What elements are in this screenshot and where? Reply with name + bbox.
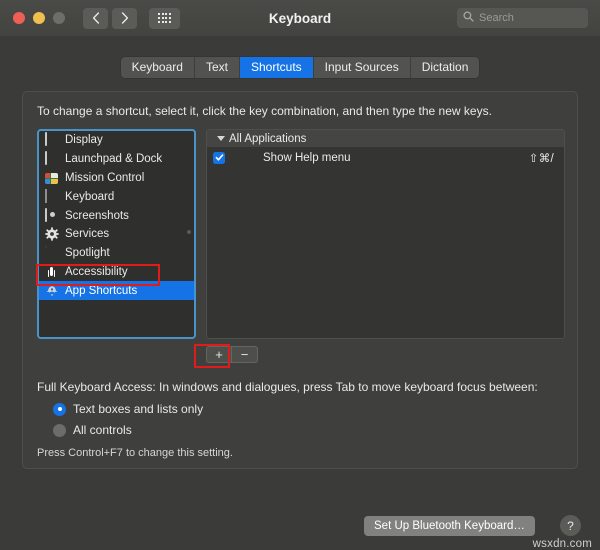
category-item-mission-control[interactable]: Mission Control: [39, 169, 194, 188]
display-icon: [45, 132, 59, 147]
full-keyboard-access-hint: Press Control+F7 to change this setting.: [37, 447, 233, 459]
radio-button-selected[interactable]: [53, 402, 66, 416]
remove-shortcut-button[interactable]: −: [232, 346, 258, 363]
shortcuts-panel: To change a shortcut, select it, click t…: [22, 91, 578, 469]
accessibility-icon: [45, 265, 59, 279]
shortcut-group-header[interactable]: All Applications: [207, 130, 564, 147]
back-button[interactable]: [83, 7, 108, 29]
traffic-light-group: [13, 12, 65, 24]
shortcut-name: Show Help menu: [263, 151, 351, 164]
show-all-preferences-button[interactable]: [149, 7, 180, 29]
tab-text[interactable]: Text: [195, 57, 240, 78]
radio-button-unselected[interactable]: [53, 423, 66, 437]
full-keyboard-access-label: Full Keyboard Access: In windows and dia…: [37, 380, 538, 394]
radio-text-boxes-and-lists-only[interactable]: Text boxes and lists only: [53, 402, 203, 416]
navigation-buttons: [83, 7, 137, 29]
list-edit-buttons: + −: [206, 346, 258, 363]
category-item-app-shortcuts[interactable]: App Shortcuts: [39, 281, 194, 301]
mission-control-icon: [45, 171, 59, 185]
zoom-window-button: [53, 12, 65, 24]
shortcut-list[interactable]: All Applications Show Help menu ⇧⌘/: [206, 129, 565, 339]
category-item-accessibility[interactable]: Accessibility: [39, 263, 194, 282]
search-placeholder: Search: [479, 12, 514, 24]
category-label: Keyboard: [65, 190, 115, 203]
tab-keyboard[interactable]: Keyboard: [121, 57, 195, 78]
minimize-window-button[interactable]: [33, 12, 45, 24]
spotlight-document-icon: [45, 246, 59, 260]
tab-bar: Keyboard Text Shortcuts Input Sources Di…: [0, 57, 600, 78]
search-field[interactable]: Search: [457, 8, 588, 28]
show-all-grid-icon: [158, 13, 171, 23]
tab-dictation[interactable]: Dictation: [411, 57, 480, 78]
search-icon: [463, 9, 474, 27]
shortcut-group-label: All Applications: [229, 132, 307, 145]
shortcut-category-list[interactable]: Display Launchpad & Dock Mission Control…: [37, 129, 196, 339]
shortcut-row[interactable]: Show Help menu ⇧⌘/: [207, 147, 564, 168]
watermark: wsxdn.com: [532, 538, 592, 550]
app-shortcuts-icon: [45, 284, 59, 298]
category-item-display[interactable]: Display: [39, 131, 194, 150]
category-item-spotlight[interactable]: Spotlight: [39, 244, 194, 263]
category-label: Screenshots: [65, 209, 129, 222]
category-label: Launchpad & Dock: [65, 153, 163, 166]
set-up-bluetooth-keyboard-button[interactable]: Set Up Bluetooth Keyboard…: [364, 516, 535, 536]
shortcut-key-combination[interactable]: ⇧⌘/: [529, 151, 554, 165]
category-item-screenshots[interactable]: Screenshots: [39, 206, 194, 225]
add-shortcut-button[interactable]: +: [206, 346, 232, 363]
services-gear-icon: [45, 227, 59, 241]
category-label: Services: [65, 228, 110, 241]
category-label: Mission Control: [65, 171, 145, 184]
chevron-left-icon: [92, 12, 100, 24]
preferences-content: Keyboard Text Shortcuts Input Sources Di…: [0, 36, 600, 550]
instruction-text: To change a shortcut, select it, click t…: [37, 104, 492, 118]
category-item-keyboard[interactable]: Keyboard: [39, 187, 194, 206]
tab-shortcuts[interactable]: Shortcuts: [239, 57, 314, 78]
keyboard-icon: [45, 188, 59, 204]
tab-input-sources[interactable]: Input Sources: [314, 57, 411, 78]
chevron-right-icon: [121, 12, 129, 24]
window-titlebar: Keyboard Search: [0, 0, 600, 37]
shortcut-enabled-checkbox[interactable]: [213, 151, 225, 164]
category-label: Spotlight: [65, 247, 110, 260]
help-button[interactable]: ?: [560, 515, 581, 536]
close-window-button[interactable]: [13, 12, 25, 24]
screenshots-icon: [45, 207, 59, 223]
category-item-launchpad-dock[interactable]: Launchpad & Dock: [39, 150, 194, 169]
category-label: App Shortcuts: [65, 284, 138, 297]
launchpad-dock-icon: [45, 151, 59, 166]
category-item-services[interactable]: Services: [39, 225, 194, 244]
forward-button[interactable]: [112, 7, 137, 29]
disclosure-triangle-open-icon[interactable]: [217, 136, 225, 141]
radio-all-controls[interactable]: All controls: [53, 423, 132, 437]
radio-label: Text boxes and lists only: [73, 402, 204, 416]
radio-label: All controls: [73, 423, 132, 437]
category-label: Accessibility: [65, 265, 128, 278]
category-label: Display: [65, 134, 103, 147]
list-scroll-indicator[interactable]: [187, 230, 191, 234]
